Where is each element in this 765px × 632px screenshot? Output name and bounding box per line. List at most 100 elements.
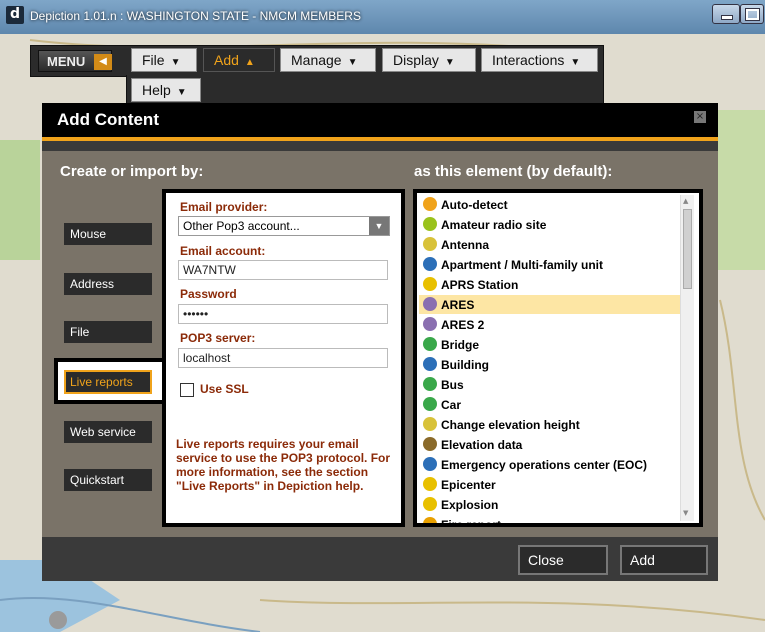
password-label: Password — [180, 287, 237, 301]
bus-icon — [423, 377, 437, 391]
building-icon — [423, 357, 437, 371]
use-ssl-checkbox[interactable] — [180, 383, 194, 397]
element-list-item[interactable]: Fire report — [419, 515, 681, 523]
menu-add-label: Add — [214, 52, 239, 68]
car-icon — [423, 397, 437, 411]
element-list-item[interactable]: Car — [419, 395, 681, 414]
source-web-service-button[interactable]: Web service — [64, 421, 152, 443]
title-bar: d Depiction 1.01.n : WASHINGTON STATE - … — [0, 0, 765, 34]
add-content-dialog: Add Content × Create or import by: as th… — [42, 103, 718, 581]
chevron-down-icon: ▼ — [570, 57, 581, 68]
chevron-down-icon: ▼ — [347, 57, 358, 68]
provider-select-value: Other Pop3 account... — [183, 219, 300, 233]
server-label: POP3 server: — [180, 331, 256, 345]
element-list-item-label: Emergency operations center (EOC) — [441, 458, 648, 472]
dialog-accent-line — [42, 137, 718, 141]
pop3-server-field[interactable]: localhost — [178, 348, 388, 368]
element-list-item-label: Bus — [441, 378, 464, 392]
element-list-item[interactable]: Bridge — [419, 335, 681, 354]
element-list-item-label: Auto-detect — [441, 198, 508, 212]
menu-manage-label: Manage — [291, 52, 342, 68]
chevron-down-icon: ▼ — [444, 57, 455, 68]
chevron-up-icon: ▲ — [244, 57, 255, 68]
source-mouse-button[interactable]: Mouse — [64, 223, 152, 245]
create-heading: Create or import by: — [60, 163, 204, 180]
provider-label: Email provider: — [180, 200, 268, 214]
element-list[interactable]: Auto-detect Amateur radio site Antenna Apar… — [413, 189, 703, 527]
close-button[interactable]: Close — [518, 545, 608, 575]
account-label: Email account: — [180, 244, 266, 258]
close-icon[interactable]: × — [694, 111, 706, 123]
element-list-item[interactable]: APRS Station — [419, 275, 681, 294]
element-list-item[interactable]: Apartment / Multi-family unit — [419, 255, 681, 274]
menu-display[interactable]: Display ▼ — [382, 48, 476, 72]
maximize-button[interactable] — [740, 4, 764, 24]
element-list-item[interactable]: Antenna — [419, 235, 681, 254]
elevation-data-icon — [423, 437, 437, 451]
antenna-icon — [423, 237, 437, 251]
element-list-item-label: APRS Station — [441, 278, 519, 292]
element-list-item-label: Antenna — [441, 238, 489, 252]
apartment-icon — [423, 257, 437, 271]
bridge-icon — [423, 337, 437, 351]
menu-add[interactable]: Add ▲ — [203, 48, 275, 72]
element-list-scrollbar[interactable]: ▲ ▼ — [680, 195, 694, 521]
add-button[interactable]: Add — [620, 545, 708, 575]
element-list-item[interactable]: Explosion — [419, 495, 681, 514]
element-list-item-label: ARES 2 — [441, 318, 485, 332]
email-account-field[interactable]: WA7NTW — [178, 260, 388, 280]
menu-manage[interactable]: Manage ▼ — [280, 48, 376, 72]
menu-collapse-arrow-icon[interactable]: ◀ — [94, 54, 112, 70]
app-logo-icon: d — [6, 6, 24, 24]
element-list-item[interactable]: Building — [419, 355, 681, 374]
source-file-button[interactable]: File — [64, 321, 152, 343]
element-list-item[interactable]: Emergency operations center (EOC) — [419, 455, 681, 474]
provider-select[interactable]: Other Pop3 account... ▼ — [178, 216, 390, 236]
menu-help[interactable]: Help ▼ — [131, 78, 201, 102]
source-address-button[interactable]: Address — [64, 273, 152, 295]
element-list-item-label: Bridge — [441, 338, 480, 352]
minimize-button[interactable] — [712, 4, 740, 24]
eoc-icon — [423, 457, 437, 471]
scroll-down-icon[interactable]: ▼ — [683, 509, 688, 517]
element-list-item[interactable]: Change elevation height — [419, 415, 681, 434]
window-title: Depiction 1.01.n : WASHINGTON STATE - NM… — [30, 9, 361, 23]
password-field[interactable]: •••••• — [178, 304, 388, 324]
menu-file[interactable]: File ▼ — [131, 48, 197, 72]
elevation-icon — [423, 417, 437, 431]
element-list-item[interactable]: Epicenter — [419, 475, 681, 494]
element-heading: as this element (by default): — [414, 163, 613, 180]
chevron-down-icon: ▼ — [176, 87, 187, 98]
aprs-icon — [423, 277, 437, 291]
ares-icon — [423, 297, 437, 311]
source-live-reports-button[interactable]: Live reports — [64, 370, 152, 394]
menu-interactions[interactable]: Interactions ▼ — [481, 48, 598, 72]
ares-icon — [423, 317, 437, 331]
scroll-thumb[interactable] — [683, 209, 692, 289]
menu-file-label: File — [142, 52, 165, 68]
element-list-item-label: Car — [441, 398, 462, 412]
element-list-item[interactable]: Auto-detect — [419, 195, 681, 214]
element-list-item[interactable]: Amateur radio site — [419, 215, 681, 234]
dialog-header: Add Content × — [42, 103, 718, 137]
live-reports-form: Email provider: Other Pop3 account... ▼ … — [162, 189, 405, 527]
explosion-icon — [423, 497, 437, 511]
live-reports-info: Live reports requires your email service… — [176, 437, 391, 493]
element-list-item[interactable]: Elevation data — [419, 435, 681, 454]
source-quickstart-button[interactable]: Quickstart — [64, 469, 152, 491]
element-list-item[interactable]: ARES 2 — [419, 315, 681, 334]
element-list-item-label: Explosion — [441, 498, 499, 512]
element-list-item[interactable]: Bus — [419, 375, 681, 394]
menu-interactions-label: Interactions — [492, 52, 565, 68]
menu-help-label: Help — [142, 82, 171, 98]
radio-tower-icon — [423, 217, 437, 231]
menu-display-label: Display — [393, 52, 439, 68]
chevron-down-icon[interactable]: ▼ — [369, 217, 389, 235]
use-ssl-label[interactable]: Use SSL — [200, 382, 249, 396]
menu-button-label: MENU — [47, 54, 86, 69]
element-list-item-label: ARES — [441, 298, 475, 312]
scroll-up-icon[interactable]: ▲ — [683, 197, 688, 205]
element-list-item[interactable]: ARES — [419, 295, 681, 314]
dialog-title: Add Content — [57, 110, 159, 129]
epicenter-icon — [423, 477, 437, 491]
